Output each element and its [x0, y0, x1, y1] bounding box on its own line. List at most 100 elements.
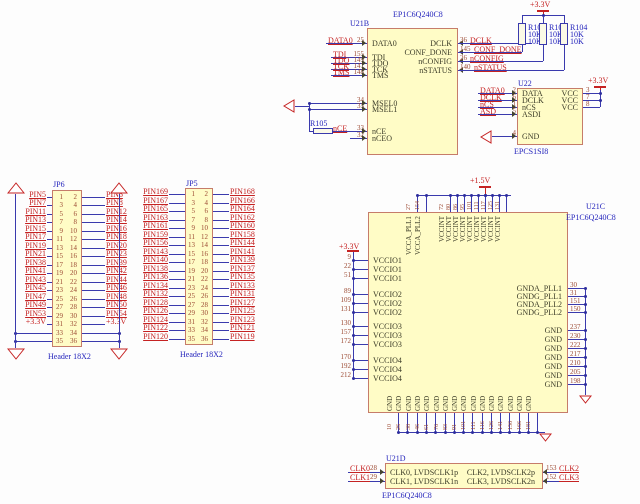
wire — [213, 305, 229, 306]
pin-number: 3 — [54, 201, 63, 209]
wire — [47, 214, 52, 215]
net-label[interactable]: PIN132 — [134, 289, 168, 298]
wire — [353, 326, 368, 327]
net-label[interactable]: PIN42 — [106, 266, 127, 275]
pin-number: 210 — [570, 359, 581, 367]
net-label[interactable]: CLK1 — [350, 473, 370, 482]
resistor-R105[interactable] — [313, 128, 333, 134]
junction-dot — [416, 194, 419, 197]
wire — [213, 254, 229, 255]
wire — [213, 237, 229, 238]
wire — [169, 305, 185, 306]
net-label[interactable]: PIN156 — [134, 238, 168, 247]
net-label[interactable]: CLK2 — [559, 464, 579, 473]
net-label[interactable]: PIN121 — [230, 323, 255, 332]
pin-name: VCCIO2 — [373, 290, 402, 299]
junction-dot — [352, 311, 355, 314]
wire — [47, 324, 52, 325]
net-label[interactable]: nCONFIG — [470, 54, 504, 63]
net-label[interactable]: CLK0 — [350, 464, 370, 473]
net-label[interactable]: PIN13 — [13, 215, 46, 224]
pin-direction-icon — [543, 478, 547, 484]
net-label[interactable]: PIN14 — [106, 215, 127, 224]
net-label[interactable]: PIN168 — [230, 187, 255, 196]
net-label[interactable]: CLK3 — [559, 473, 579, 482]
net-label[interactable]: ASD — [480, 107, 496, 116]
net-label[interactable]: nCE — [333, 124, 347, 133]
resistor-R103[interactable] — [539, 23, 547, 45]
pin-name: GND — [470, 396, 478, 411]
junction-dot — [425, 194, 428, 197]
pin-number: 8 — [199, 216, 208, 224]
wire — [82, 197, 105, 198]
net-label[interactable]: PIN119 — [230, 332, 255, 341]
wire — [169, 271, 185, 272]
resistor-R102[interactable] — [518, 23, 526, 45]
pin-number: 4 — [199, 199, 208, 207]
net-label[interactable]: PIN126 — [134, 306, 168, 315]
wire — [47, 256, 52, 257]
wire — [169, 339, 185, 340]
net-label[interactable]: PIN18 — [106, 232, 127, 241]
net-label[interactable]: CONF_DONE — [474, 45, 522, 54]
net-label[interactable]: TMS — [333, 68, 349, 77]
junction-dot — [352, 377, 355, 380]
net-label[interactable]: PIN169 — [134, 187, 168, 196]
net-label[interactable]: PIN161 — [134, 221, 168, 230]
junction-dot — [518, 431, 521, 434]
net-label[interactable]: PIN21 — [13, 249, 46, 258]
net-label[interactable]: PIN50 — [106, 300, 127, 309]
pin-number: 8 — [68, 218, 77, 226]
net-label[interactable]: PIN164 — [230, 204, 255, 213]
net-label[interactable]: PIN122 — [134, 323, 168, 332]
pin-number: 2 — [68, 193, 77, 201]
net-label[interactable]: PIN46 — [106, 283, 127, 292]
net-label[interactable]: PIN49 — [13, 300, 46, 309]
wire — [506, 195, 507, 212]
pin-name: GND — [442, 396, 450, 411]
pin-number: 9 — [186, 224, 195, 232]
pin-number: 33 — [54, 329, 63, 337]
u21b-designator: U21B — [350, 19, 369, 28]
wire — [169, 322, 185, 323]
net-label[interactable]: PIN136 — [134, 272, 168, 281]
net-label[interactable]: PIN135 — [230, 272, 255, 281]
junction-dot — [505, 194, 508, 197]
u21c-designator: U21C — [586, 202, 605, 211]
net-label[interactable]: PIN120 — [134, 332, 168, 341]
net-label[interactable]: PIN17 — [13, 232, 46, 241]
net-label[interactable]: PIN125 — [230, 306, 255, 315]
pin-name: GNDG_PLL2 — [482, 308, 562, 317]
wire — [47, 282, 52, 283]
pin-name: GND — [433, 396, 441, 411]
net-label[interactable]: PIN144 — [230, 238, 255, 247]
pin-direction-icon — [362, 106, 366, 112]
pin-number: 152 — [546, 473, 557, 481]
net-label[interactable]: PIN139 — [230, 255, 255, 264]
net-label[interactable]: PIN8 — [106, 198, 123, 207]
pin-number: 237 — [570, 323, 581, 331]
net-label[interactable]: PIN131 — [230, 289, 255, 298]
net-label[interactable]: PIN23 — [106, 249, 127, 258]
jp6-part-label: Header 18X2 — [48, 352, 91, 361]
net-label[interactable]: DCLK — [470, 36, 492, 45]
wire — [82, 299, 105, 300]
net-label[interactable]: nSTATUS — [474, 63, 507, 72]
net-label[interactable]: PIN140 — [134, 255, 168, 264]
u21d-designator: U21D — [386, 454, 406, 463]
junction-dot — [584, 365, 587, 368]
net-label[interactable]: PIN165 — [134, 204, 168, 213]
resistor-R104[interactable] — [560, 23, 568, 45]
pin-name: VCCIO4 — [373, 365, 402, 374]
net-label[interactable]: PIN160 — [230, 221, 255, 230]
pin-name: VCCIO2 — [373, 299, 402, 308]
wire — [82, 290, 105, 291]
pin-number: 126 — [489, 421, 497, 430]
pin-number: 5 — [186, 207, 195, 215]
pin-number: 9 — [54, 227, 63, 235]
power-arrow-icon — [110, 348, 128, 360]
net-label[interactable]: PIN45 — [13, 283, 46, 292]
net-label[interactable]: PIN41 — [13, 266, 46, 275]
net-label[interactable]: PIN7 — [13, 198, 46, 207]
pin-number: 61 — [424, 424, 432, 430]
